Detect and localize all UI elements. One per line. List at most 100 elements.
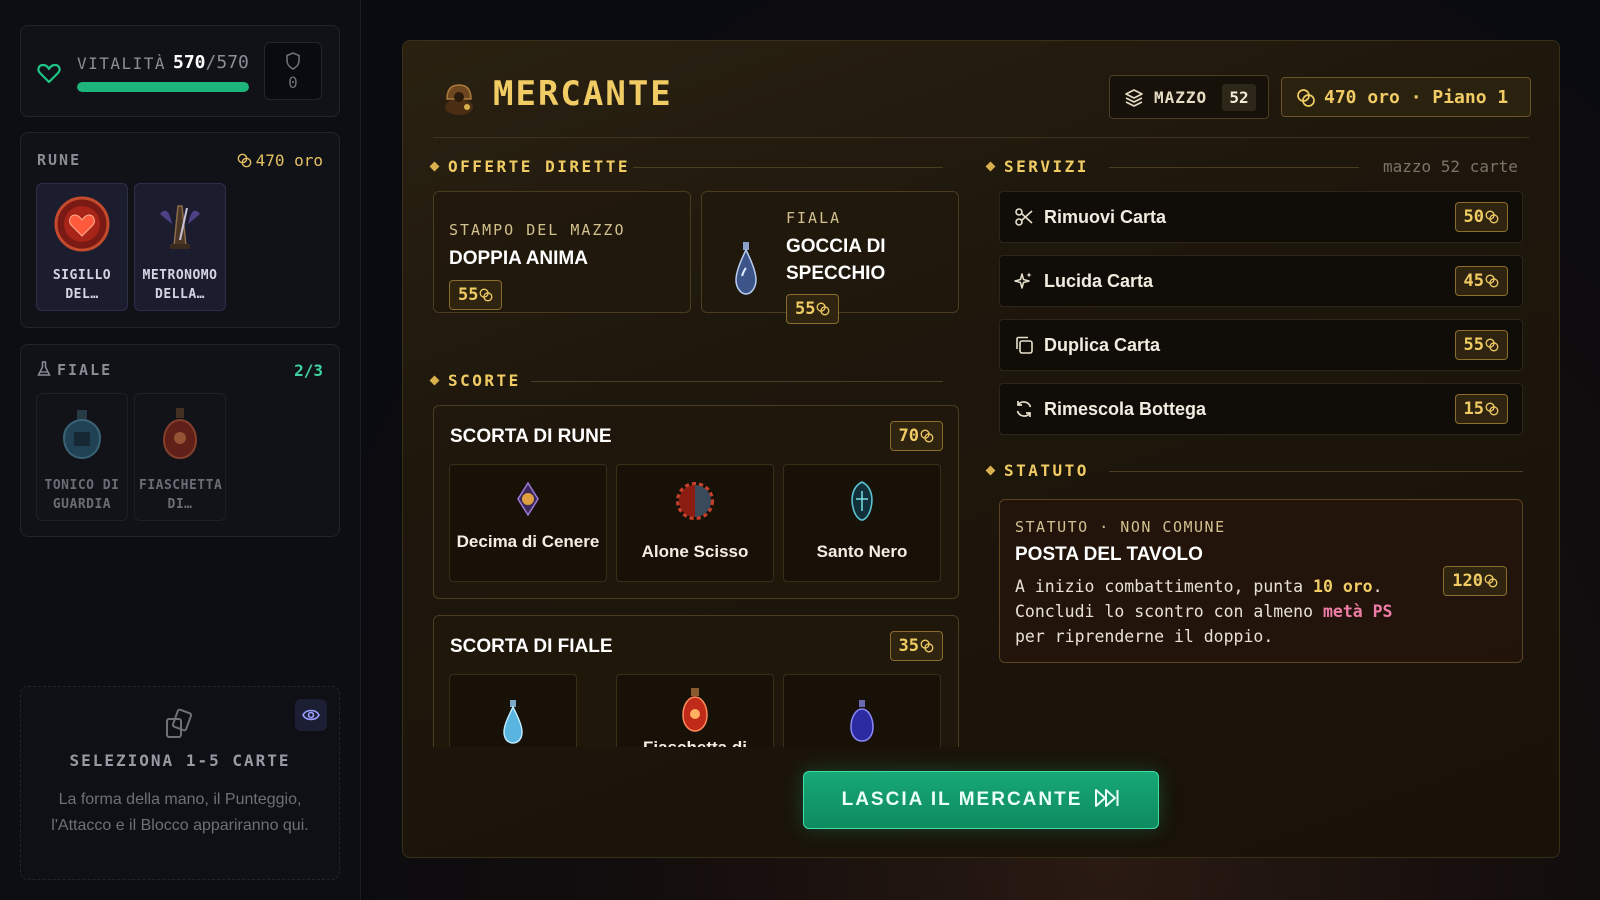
vitality-bar-fill (77, 82, 249, 92)
scissors-icon (1015, 208, 1033, 226)
price-value: 55 (1463, 335, 1484, 355)
price-value: 45 (1463, 271, 1484, 291)
service-price: 15 (1454, 394, 1508, 424)
metronome-icon (160, 205, 200, 249)
services-heading: SERVIZI (985, 157, 1089, 176)
vial-stock-item[interactable]: Fiaschetta di (616, 674, 774, 747)
statute-kicker: STATUTO · NON COMUNE (1015, 518, 1226, 536)
refresh-icon (1016, 401, 1032, 417)
fiale-label: FIALE (37, 361, 112, 379)
service-remove-card[interactable]: Rimuovi Carta 50 (999, 191, 1523, 243)
cards-select-icon (166, 708, 193, 738)
services-heading-text: SERVIZI (1004, 157, 1089, 176)
price-value: 55 (458, 285, 479, 305)
statute-desc-text: per riprenderne il doppio. (1015, 627, 1274, 646)
services-note: mazzo 52 carte (1383, 157, 1518, 176)
coin-icon (817, 302, 830, 316)
price-value: 50 (1463, 207, 1484, 227)
flask-icon (37, 361, 51, 376)
statute-title: POSTA DEL TAVOLO (1015, 544, 1203, 565)
fiale-label-text: FIALE (57, 361, 113, 379)
leave-merchant-button[interactable]: LASCIA IL MERCANTE (803, 771, 1159, 829)
rune-label: RUNE (37, 151, 82, 169)
statute-heading-text: STATUTO (1004, 461, 1089, 480)
fiale-slot-name: FIASCHETTA DI… (139, 478, 223, 512)
sidebar: VITALITÀ 570/570 0 RUNE 470 oro SIGILLO … (0, 0, 361, 900)
vial-stock-item[interactable] (449, 674, 577, 747)
coin-icon (1485, 402, 1499, 416)
heart-seal-icon (54, 196, 110, 252)
shop-scroll-area[interactable]: OFFERTE DIRETTE STAMPO DEL MAZZO DOPPIA … (403, 41, 1559, 747)
sparkle-icon (1014, 272, 1032, 289)
rune-slot-name: SIGILLO DEL… (52, 268, 112, 302)
fiale-slot[interactable]: FIASCHETTA DI… (134, 393, 226, 521)
statute-desc-text: A inizio combattimento, punta (1015, 577, 1314, 596)
vitality-value: 570/570 (173, 52, 249, 73)
selection-title: SELEZIONA 1-5 CARTE (69, 751, 291, 770)
vitality-label: VITALITÀ (77, 54, 167, 73)
service-price: 55 (1454, 330, 1508, 360)
rune-stock-item[interactable]: Santo Nero (783, 464, 941, 582)
mirror-drop-icon (735, 242, 757, 295)
rune-stock-item[interactable]: Alone Scisso (616, 464, 774, 582)
statute-card[interactable]: STATUTO · NON COMUNE POSTA DEL TAVOLO A … (999, 499, 1523, 663)
black-saint-icon (851, 481, 873, 521)
flask-red-icon (162, 408, 198, 460)
coin-icon (1484, 574, 1498, 588)
statute-heading: STATUTO (985, 461, 1089, 480)
offer-kicker: STAMPO DEL MAZZO (449, 221, 626, 239)
offer-title: GOCCIA DI SPECCHIO (786, 236, 886, 284)
copy-icon (1016, 336, 1033, 354)
vial-stock-price: 35 (889, 631, 943, 661)
statute-gold-amount: 10 oro (1313, 577, 1373, 596)
rune-stock-name: Santo Nero (816, 542, 908, 561)
merchant-panel: MERCANTE MAZZO 52 470 oro · Piano 1 OFFE… (402, 40, 1560, 858)
rune-gold-value: 470 oro (255, 151, 323, 170)
rune-stock-price: 70 (889, 421, 943, 451)
rune-stock-item[interactable]: Decima di Cenere (449, 464, 607, 582)
service-reroll-shop[interactable]: Rimescola Bottega 15 (999, 383, 1523, 435)
price-value: 15 (1463, 399, 1484, 419)
service-label: Duplica Carta (1044, 335, 1161, 355)
rune-slot[interactable]: METRONOMO DELLA… (134, 183, 226, 311)
statute-description: A inizio combattimento, punta 10 oro. Co… (1015, 574, 1425, 649)
fiale-slot[interactable]: TONICO DI GUARDIA (36, 393, 128, 521)
guard-tonic-icon (62, 410, 102, 460)
price-value: 70 (898, 426, 919, 446)
eye-icon (302, 709, 320, 721)
service-label: Rimescola Bottega (1044, 399, 1207, 419)
leave-merchant-label: LASCIA IL MERCANTE (841, 789, 1083, 810)
coin-icon (480, 288, 493, 302)
block-indicator: 0 (264, 42, 322, 100)
coin-icon (237, 153, 251, 168)
vitality-max: 570 (216, 52, 249, 73)
red-flask-icon (682, 688, 708, 732)
offer-card[interactable]: STAMPO DEL MAZZO DOPPIA ANIMA 55 (433, 191, 691, 313)
coin-icon (920, 429, 934, 443)
rune-stock-card: SCORTA DI RUNE 70 Decima di Cenere Alone… (433, 405, 959, 599)
ash-rune-icon (517, 481, 539, 517)
preview-toggle-button[interactable] (295, 699, 327, 731)
service-label: Rimuovi Carta (1044, 207, 1167, 227)
vial-stock-item[interactable] (783, 674, 941, 747)
service-duplicate-card[interactable]: Duplica Carta 55 (999, 319, 1523, 371)
coin-icon (1485, 274, 1499, 288)
rune-slot[interactable]: SIGILLO DEL… (36, 183, 128, 311)
service-price: 50 (1454, 202, 1508, 232)
fast-forward-icon (1095, 789, 1119, 807)
fiale-count: 2/3 (294, 361, 323, 380)
offer-card[interactable]: FIALA GOCCIA DI SPECCHIO 55 (701, 191, 959, 324)
offer-kicker: FIALA (786, 209, 842, 227)
blue-vial-icon (503, 700, 523, 744)
offer-price: 55 (449, 280, 503, 310)
offers-heading-text: OFFERTE DIRETTE (448, 157, 630, 176)
rune-stock-name: Decima di Cenere (456, 532, 600, 551)
service-polish-card[interactable]: Lucida Carta 45 (999, 255, 1523, 307)
vitality-bar (77, 82, 249, 92)
services-divider (1109, 167, 1359, 168)
vial-stock-card: SCORTA DI FIALE 35 Fiaschetta di (433, 615, 959, 747)
heart-icon (37, 63, 61, 84)
vial-stock-name: Fiaschetta di (623, 737, 767, 747)
vitality-panel: VITALITÀ 570/570 0 (20, 25, 340, 117)
statute-price: 120 (1443, 566, 1507, 596)
